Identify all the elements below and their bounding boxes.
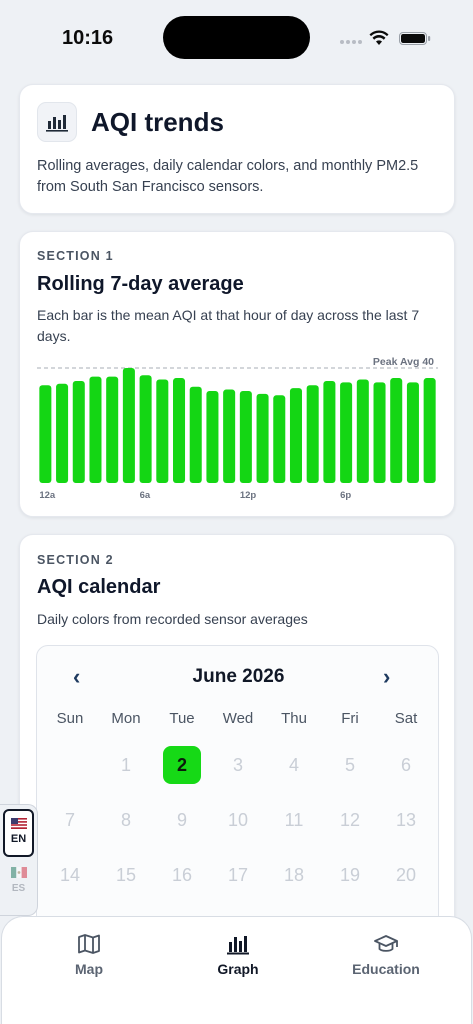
- chart-bar: [106, 376, 119, 484]
- calendar-day[interactable]: 1: [107, 746, 145, 784]
- rolling-average-card: SECTION 1 Rolling 7-day average Each bar…: [19, 231, 455, 517]
- calendar-day[interactable]: 11: [275, 801, 313, 839]
- language-en-label: EN: [10, 833, 27, 845]
- calendar-day[interactable]: 19: [331, 856, 369, 894]
- section-title: AQI calendar: [37, 576, 161, 598]
- calendar-day[interactable]: 14: [51, 856, 89, 894]
- wifi-icon: [369, 30, 389, 45]
- aqi-calendar-card: SECTION 2 AQI calendar Daily colors from…: [19, 534, 455, 965]
- weekday-header: Sun: [56, 710, 84, 727]
- weekday-header: Fri: [341, 710, 359, 727]
- x-tick-label: 12p: [240, 490, 257, 501]
- calendar-day[interactable]: 15: [107, 856, 145, 894]
- calendar-day[interactable]: 7: [51, 801, 89, 839]
- calendar-day[interactable]: 17: [219, 856, 257, 894]
- status-time: 10:16: [62, 27, 114, 49]
- calendar-day[interactable]: 10: [219, 801, 257, 839]
- bar-chart-icon: [37, 102, 77, 142]
- chart-bar: [39, 385, 52, 483]
- calendar-day-selected[interactable]: 2: [163, 746, 201, 784]
- chart-bar: [189, 386, 202, 483]
- language-option-en[interactable]: EN: [3, 809, 34, 857]
- chart-bar: [373, 382, 386, 484]
- chart-bar: [89, 376, 102, 484]
- language-switcher: EN ES: [0, 804, 38, 916]
- x-tick-label: 12a: [39, 490, 56, 501]
- page-subtitle: Rolling averages, daily calendar colors,…: [37, 158, 419, 195]
- x-tick-label: 6p: [340, 490, 351, 501]
- weekday-header: Mon: [111, 710, 141, 727]
- language-es-label: ES: [11, 883, 26, 894]
- chart-bar: [56, 383, 69, 483]
- x-tick-label: 6a: [140, 490, 151, 501]
- chart-bar: [306, 385, 319, 483]
- chart-bar: [423, 378, 436, 483]
- us-flag-icon: [10, 818, 27, 829]
- chart-bar: [156, 379, 169, 483]
- chart-bar: [139, 375, 152, 483]
- cellular-signal-icon: [340, 40, 362, 44]
- tab-map[interactable]: Map: [29, 933, 149, 977]
- tab-graph-label: Graph: [217, 961, 259, 977]
- tab-education[interactable]: Education: [326, 933, 446, 977]
- battery-icon: [399, 32, 431, 45]
- chart-bar: [173, 378, 186, 483]
- calendar-day[interactable]: 9: [163, 801, 201, 839]
- calendar-month-label: June 2026: [192, 666, 285, 687]
- chart-bar: [289, 388, 302, 484]
- weekday-header: Thu: [281, 710, 307, 727]
- calendar-day[interactable]: 3: [219, 746, 257, 784]
- section-eyebrow: SECTION 2: [37, 553, 114, 567]
- chart-bar: [406, 382, 419, 484]
- bar-chart-icon: [227, 936, 249, 955]
- bottom-tab-bar: Map Graph Education: [1, 916, 472, 1024]
- status-bar: 10:16: [0, 0, 473, 76]
- language-option-es[interactable]: ES: [3, 867, 34, 894]
- chart-bar: [323, 380, 336, 483]
- calendar-day[interactable]: 5: [331, 746, 369, 784]
- calendar-day[interactable]: 13: [387, 801, 425, 839]
- section-description: Daily colors from recorded sensor averag…: [37, 611, 308, 627]
- map-icon: [78, 934, 100, 954]
- weekday-header: Wed: [222, 710, 254, 727]
- calendar-day[interactable]: 8: [107, 801, 145, 839]
- calendar-day[interactable]: 16: [163, 856, 201, 894]
- mexico-flag-icon: [10, 867, 27, 878]
- chart-bar: [122, 368, 135, 483]
- graduation-cap-icon: [374, 935, 398, 952]
- chart-bar: [356, 379, 369, 483]
- page-title: AQI trends: [91, 107, 224, 137]
- chart-bar: [72, 380, 85, 483]
- aqi-trends-header-card: AQI trends Rolling averages, daily calen…: [19, 84, 455, 214]
- calendar-day[interactable]: 20: [387, 856, 425, 894]
- chart-bar: [273, 395, 286, 483]
- tab-graph[interactable]: Graph: [178, 933, 298, 977]
- rolling-average-bar-chart: Peak Avg 40 12a 6a 12p 6p: [37, 356, 438, 501]
- chart-bar: [340, 382, 353, 484]
- tab-map-label: Map: [75, 961, 103, 977]
- weekday-header: Tue: [169, 710, 195, 727]
- calendar-day[interactable]: 4: [275, 746, 313, 784]
- dynamic-island: [163, 16, 310, 59]
- calendar-day[interactable]: 12: [331, 801, 369, 839]
- next-month-button[interactable]: ›: [383, 664, 390, 690]
- chart-bar: [256, 393, 269, 484]
- chart-bar: [390, 378, 403, 483]
- weekday-header: Sat: [394, 710, 418, 727]
- chart-bar: [223, 389, 236, 483]
- chart-bar: [206, 391, 219, 483]
- tab-education-label: Education: [352, 961, 420, 977]
- calendar-day[interactable]: 6: [387, 746, 425, 784]
- peak-reference-label: Peak Avg 40: [373, 356, 434, 368]
- chart-bar: [239, 391, 252, 483]
- calendar-day[interactable]: 18: [275, 856, 313, 894]
